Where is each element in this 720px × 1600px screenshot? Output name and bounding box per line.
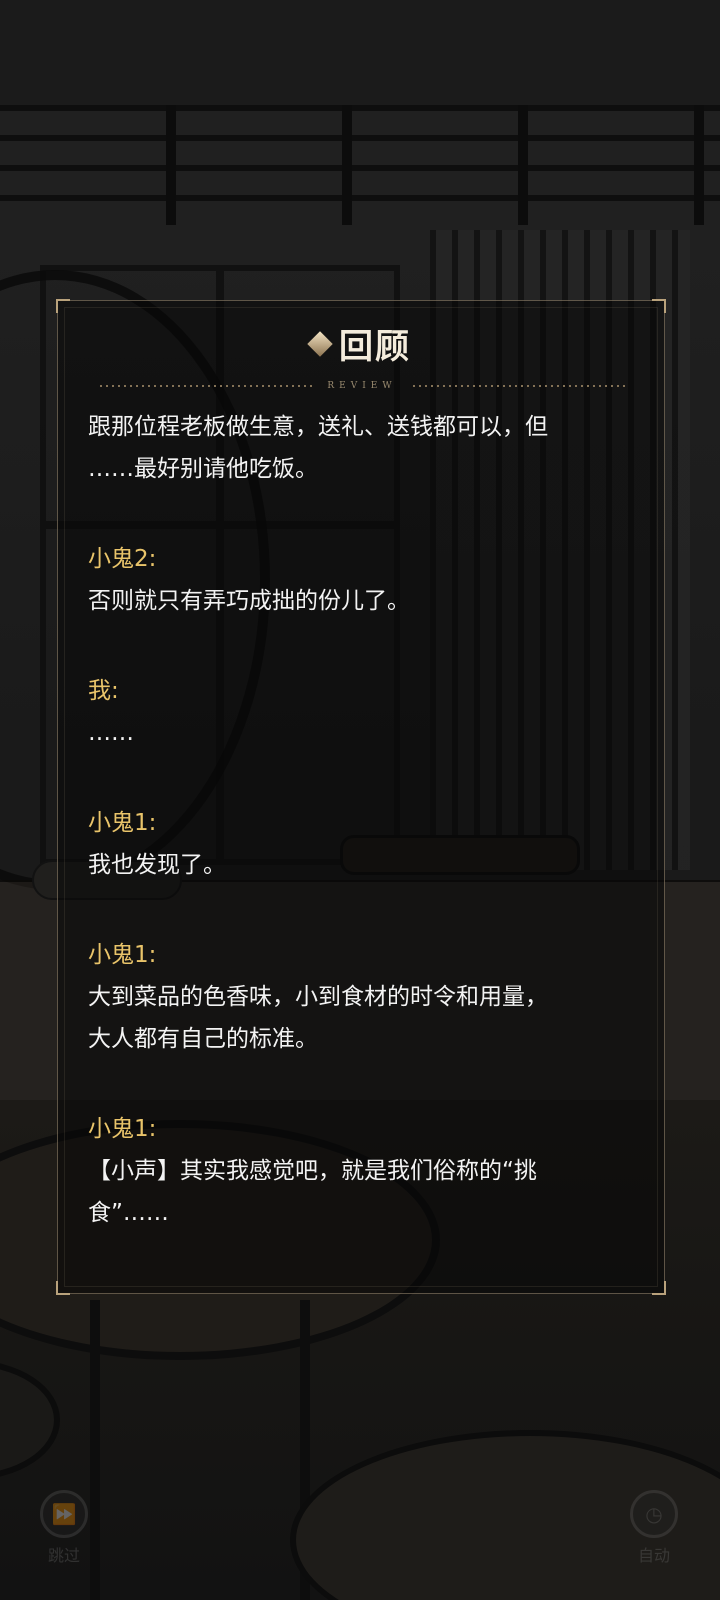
log-text: ……最好别请他吃饭。 <box>88 456 318 482</box>
log-text: 【小声】其实我感觉吧，就是我们俗称的“挑 <box>88 1158 537 1184</box>
review-subtitle-row: REVIEW <box>98 379 627 393</box>
log-entry: 小鬼1: 我也发现了。 <box>88 802 648 886</box>
review-title: 回顾 <box>339 327 411 367</box>
skip-button[interactable]: ⏩ 跳过 <box>34 1490 94 1566</box>
auto-label: 自动 <box>637 1546 670 1565</box>
review-subtitle: REVIEW <box>327 381 397 391</box>
dotted-divider <box>410 385 627 387</box>
clock-icon: ◷ <box>630 1490 678 1538</box>
fast-forward-icon: ⏩ <box>40 1490 88 1538</box>
panel-corner-ornament <box>652 299 666 313</box>
log-text: 我也发现了。 <box>88 852 226 878</box>
log-entry: 小鬼2: 否则就只有弄巧成拙的份儿了。 <box>88 538 648 622</box>
dotted-divider <box>98 385 314 387</box>
log-speaker: 我: <box>88 678 119 704</box>
panel-corner-ornament <box>56 299 70 313</box>
diamond-ornament-icon <box>307 330 333 357</box>
log-text: 否则就只有弄巧成拙的份儿了。 <box>88 588 410 614</box>
log-text: 食”…… <box>88 1200 169 1226</box>
review-header: 回顾 REVIEW <box>58 319 664 399</box>
panel-corner-ornament <box>56 1281 70 1295</box>
log-entry: 小鬼1: 【小声】其实我感觉吧，就是我们俗称的“挑 食”…… <box>88 1108 648 1234</box>
auto-button[interactable]: ◷ 自动 <box>624 1490 684 1566</box>
log-speaker: 小鬼1: <box>88 1116 157 1142</box>
log-entry: 小鬼1: 大到菜品的色香味，小到食材的时令和用量， 大人都有自己的标准。 <box>88 934 648 1060</box>
log-text: 大人都有自己的标准。 <box>88 1026 318 1052</box>
log-text: 大到菜品的色香味，小到食材的时令和用量， <box>88 984 548 1010</box>
skip-label: 跳过 <box>47 1546 80 1565</box>
scene-table-leg <box>90 1300 310 1600</box>
log-text: …… <box>88 720 134 746</box>
review-log[interactable]: 跟那位程老板做生意，送礼、送钱都可以，但 ……最好别请他吃饭。 小鬼2: 否则就… <box>88 406 648 1286</box>
log-entry: 跟那位程老板做生意，送礼、送钱都可以，但 ……最好别请他吃饭。 <box>88 406 648 490</box>
review-title-group: 回顾 <box>307 319 411 368</box>
log-speaker: 小鬼1: <box>88 942 157 968</box>
log-speaker: 小鬼2: <box>88 546 157 572</box>
panel-corner-ornament <box>652 1281 666 1295</box>
scene-top-band <box>0 0 720 105</box>
log-entry: 我: …… <box>88 670 648 754</box>
scene-lattice <box>0 105 720 225</box>
review-panel: 回顾 REVIEW 跟那位程老板做生意，送礼、送钱都可以，但 ……最好别请他吃饭… <box>56 299 666 1295</box>
log-text: 跟那位程老板做生意，送礼、送钱都可以，但 <box>88 414 548 440</box>
log-speaker: 小鬼1: <box>88 810 157 836</box>
